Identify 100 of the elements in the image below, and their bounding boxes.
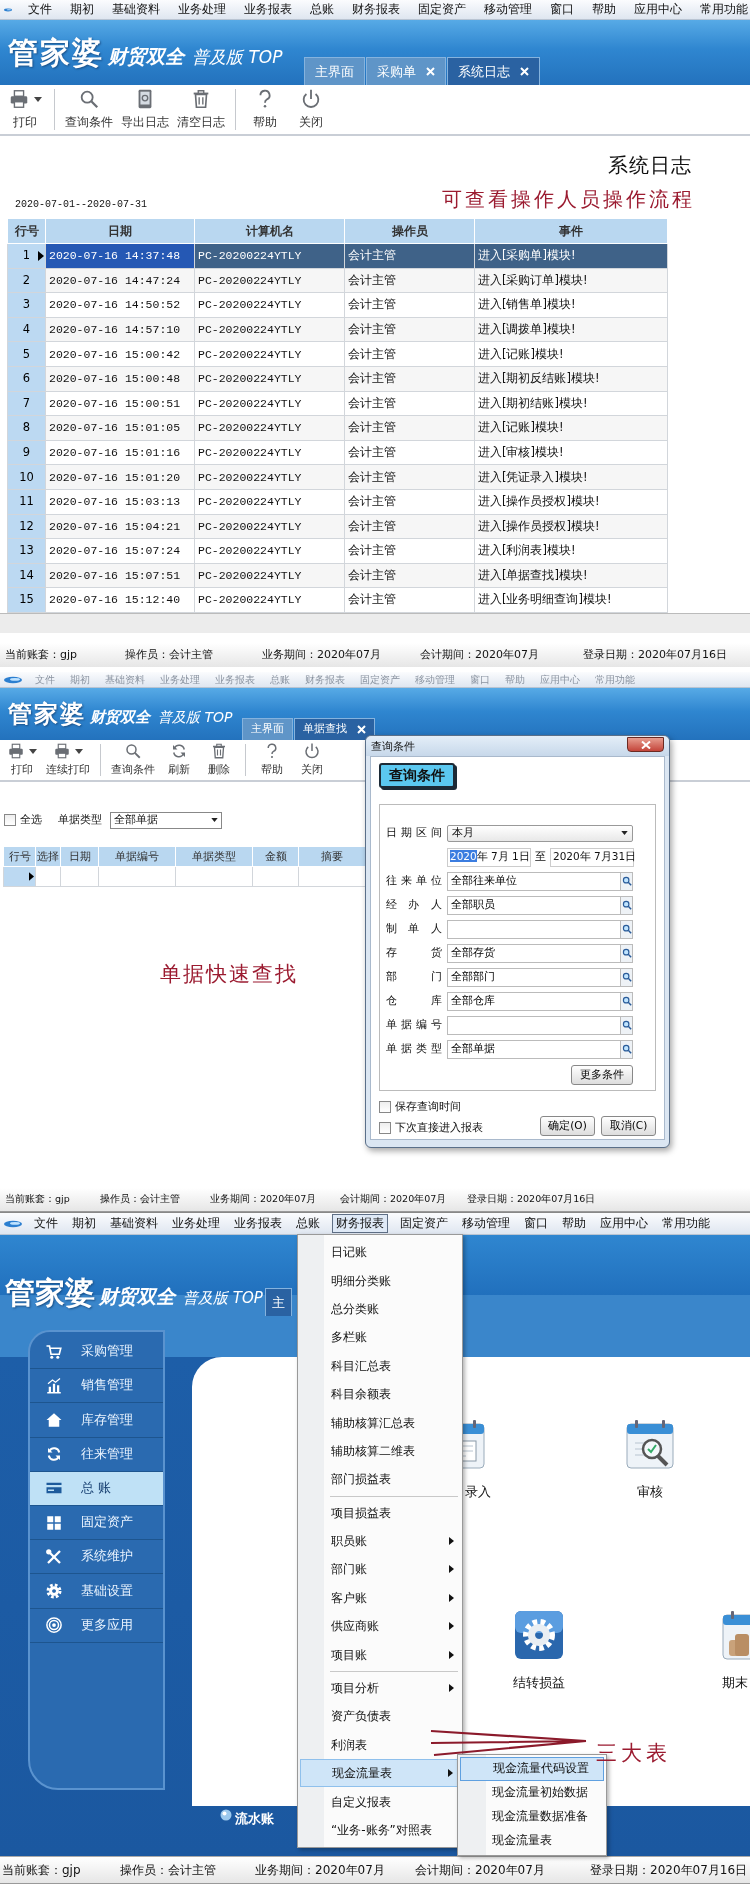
menu-item[interactable]: 日记账	[300, 1238, 460, 1267]
date-field[interactable]: 2020年 7月 1日	[447, 847, 531, 867]
sidebar-item[interactable]: 销售管理	[30, 1369, 163, 1404]
menu-item[interactable]: 明细分类账	[300, 1266, 460, 1295]
input-field[interactable]	[447, 919, 620, 939]
menu-item[interactable]: 窗口	[522, 1216, 550, 1231]
menu-item[interactable]: 业务报表	[242, 2, 294, 17]
sidebar-item[interactable]: 采购管理	[30, 1335, 163, 1370]
menu-item[interactable]: 应用中心	[632, 2, 684, 17]
toolbar-button[interactable]: 清空日志	[173, 85, 229, 134]
tile-label[interactable]: 审核	[637, 1483, 663, 1502]
input-field[interactable]: 全部职员	[447, 895, 620, 915]
column-header[interactable]: 日期	[45, 218, 195, 244]
input-field[interactable]: 全部仓库	[447, 991, 620, 1011]
menu-item[interactable]: 总账	[308, 2, 336, 17]
menu-item[interactable]: 帮助	[590, 2, 618, 17]
menu-item[interactable]: 应用中心	[598, 1216, 650, 1231]
menu-item[interactable]: 供应商账	[300, 1612, 460, 1641]
date-field[interactable]: 2020年 7月31日	[550, 847, 634, 867]
lookup-button[interactable]	[620, 1039, 633, 1059]
menu-item[interactable]: 职员账	[300, 1526, 460, 1556]
input-field[interactable]: 全部往来单位	[447, 871, 620, 891]
sidebar-item[interactable]: 更多应用	[30, 1608, 163, 1643]
menu-item[interactable]: 现金流量数据准备	[460, 1805, 604, 1829]
menu-item[interactable]: 辅助核算汇总表	[300, 1408, 460, 1437]
sidebar-item[interactable]: 往来管理	[30, 1437, 163, 1472]
menu-item[interactable]: 项目损益表	[300, 1498, 460, 1527]
menu-item[interactable]: 项目分析	[300, 1673, 460, 1703]
column-header[interactable]: 单据类型	[175, 846, 253, 867]
menu-item[interactable]: 自定义报表	[300, 1787, 460, 1816]
checkbox[interactable]	[4, 814, 16, 826]
lookup-button[interactable]	[620, 991, 633, 1011]
menu-item[interactable]: 固定资产	[416, 2, 468, 17]
tab[interactable]: 单据查找	[294, 718, 376, 740]
menu-item[interactable]: 项目账	[300, 1640, 460, 1669]
menu-item[interactable]: 固定资产	[398, 1216, 450, 1231]
menu-item[interactable]: 移动管理	[482, 2, 534, 17]
checkbox[interactable]	[379, 1100, 391, 1113]
tile-label[interactable]: 录入	[465, 1483, 491, 1502]
menu-item[interactable]: 资产负债表	[300, 1702, 460, 1731]
menu-item[interactable]: 文件	[32, 1216, 60, 1231]
checkbox[interactable]	[379, 1121, 391, 1134]
menu-item[interactable]: 利润表	[300, 1730, 460, 1760]
column-header[interactable]: 操作员	[344, 218, 475, 244]
menu-item[interactable]: 常用功能	[660, 1216, 712, 1231]
menu-item[interactable]: 辅助核算二维表	[300, 1436, 460, 1466]
column-header[interactable]: 选择	[35, 846, 61, 867]
toolbar-button[interactable]: 导出日志	[117, 85, 173, 134]
menu-item[interactable]: 移动管理	[460, 1216, 512, 1231]
toolbar-button[interactable]: 关闭	[288, 85, 334, 134]
menu-item[interactable]: 基础资料	[110, 2, 162, 17]
menu-item[interactable]: 总账	[294, 1216, 322, 1231]
menu-item[interactable]: 期初	[70, 1216, 98, 1231]
toolbar-button[interactable]: 帮助	[252, 740, 292, 780]
toolbar-button[interactable]: 打印	[2, 85, 48, 134]
lookup-button[interactable]	[620, 943, 633, 963]
menu-item[interactable]: 窗口	[548, 2, 576, 17]
menu-item[interactable]: 总分类账	[300, 1294, 460, 1324]
column-header[interactable]: 行号	[3, 846, 36, 867]
menu-item[interactable]: 多栏账	[300, 1323, 460, 1352]
dropdown-field[interactable]: 全部单据	[110, 811, 222, 829]
lookup-button[interactable]	[620, 895, 633, 915]
lookup-button[interactable]	[620, 919, 633, 939]
toolbar-button[interactable]: 查询条件	[61, 85, 117, 134]
dialog-button[interactable]: 确定(O)	[540, 1115, 595, 1136]
menu-item[interactable]: 科目余额表	[300, 1379, 460, 1409]
menu-item[interactable]: 基础资料	[108, 1216, 160, 1231]
tile-label[interactable]: 期末	[722, 1674, 748, 1693]
toolbar-button[interactable]: 关闭	[292, 740, 332, 780]
menu-item[interactable]: 期初	[68, 2, 96, 17]
tile-label[interactable]: 结转损益	[513, 1674, 565, 1693]
dialog-button[interactable]: 取消(C)	[601, 1115, 656, 1136]
input-field[interactable]: 全部部门	[447, 967, 620, 987]
menu-item[interactable]: 业务处理	[176, 2, 228, 17]
column-header[interactable]: 计算机名	[194, 218, 345, 244]
lookup-button[interactable]	[620, 967, 633, 987]
toolbar-button[interactable]: 查询条件	[107, 740, 159, 780]
input-field[interactable]: 全部存货	[447, 943, 620, 963]
sidebar-item[interactable]: 基础设置	[30, 1574, 163, 1609]
menu-item[interactable]: 现金流量初始数据	[460, 1781, 604, 1805]
column-header[interactable]: 日期	[60, 846, 99, 867]
toolbar-button[interactable]: 帮助	[242, 85, 288, 134]
toolbar-button[interactable]: 打印	[2, 740, 42, 780]
menu-item[interactable]: 财务报表	[332, 1214, 388, 1233]
lookup-button[interactable]	[620, 1015, 633, 1035]
menu-item[interactable]: 科目汇总表	[300, 1351, 460, 1380]
menu-item[interactable]: 部门账	[300, 1555, 460, 1584]
sidebar-item[interactable]: 库存管理	[30, 1403, 163, 1438]
menu-item[interactable]: 部门损益表	[300, 1465, 460, 1494]
menu-item[interactable]: 业务报表	[232, 1216, 284, 1231]
menu-item[interactable]: 业务处理	[170, 1216, 222, 1231]
menu-item[interactable]: 财务报表	[350, 2, 402, 17]
tab[interactable]: 系统日志	[447, 57, 541, 85]
more-button[interactable]: 更多条件	[571, 1065, 633, 1085]
toolbar-button[interactable]: 删除	[199, 740, 239, 780]
close-button[interactable]	[627, 737, 664, 752]
sidebar-item[interactable]: 系统维护	[30, 1540, 163, 1575]
menu-item[interactable]: 常用功能	[698, 2, 750, 17]
input-field[interactable]	[447, 1015, 620, 1035]
toolbar-button[interactable]: 连续打印	[42, 740, 94, 780]
